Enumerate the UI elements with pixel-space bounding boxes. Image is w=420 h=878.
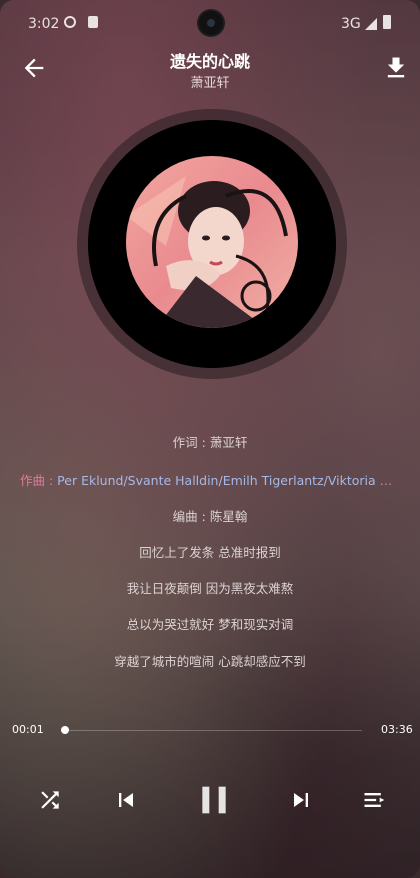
pause-icon	[202, 786, 226, 814]
status-bar: 3:02 3G	[0, 0, 420, 46]
status-time: 3:02	[28, 16, 60, 32]
download-button[interactable]	[382, 54, 410, 82]
skip-next-icon	[294, 793, 308, 807]
playback-controls	[0, 776, 420, 824]
previous-button[interactable]	[102, 776, 150, 824]
camera-cutout	[199, 11, 223, 35]
lyric-arranger: 编曲 : 陈星翰	[172, 509, 248, 524]
seek-thumb[interactable]	[61, 726, 70, 734]
next-button[interactable]	[277, 776, 325, 824]
lyric-line: 总以为哭过就好 梦和现实对调	[126, 617, 294, 632]
shuffle-icon	[41, 791, 59, 809]
lyric-composer: 作曲 : Per Eklund/Svante Halldin/Emilh Tig…	[20, 470, 400, 489]
lyric-line: 回忆上了发条 总准时报到	[139, 545, 281, 560]
battery-icon	[383, 15, 391, 29]
song-title: 遗失的心跳	[169, 52, 250, 71]
skip-previous-icon	[119, 793, 133, 807]
seek-track[interactable]	[64, 730, 362, 731]
notification-icon	[64, 16, 76, 28]
player-header: 遗失的心跳 萧亚轩	[0, 46, 420, 94]
lyric-composer-names: Per Eklund/Svante Halldin/Emilh Tigerlan…	[57, 473, 400, 488]
sim-icon	[88, 16, 98, 28]
shuffle-button[interactable]	[26, 776, 74, 824]
signal-icon	[365, 18, 377, 30]
album-cover	[126, 156, 298, 328]
current-time: 00:01	[12, 723, 44, 736]
song-artist[interactable]: 萧亚轩	[0, 72, 420, 91]
pause-button[interactable]	[190, 776, 238, 824]
queue-icon	[364, 793, 385, 807]
lyric-line: 我让日夜颠倒 因为黑夜太难熬	[126, 581, 294, 596]
network-type: 3G	[341, 16, 361, 32]
queue-button[interactable]	[351, 776, 399, 824]
progress-bar: 00:01 03:36	[0, 718, 420, 742]
lyric-line: 穿越了城市的喧闹 心跳却感应不到	[114, 654, 306, 669]
total-time: 03:36	[381, 723, 413, 736]
download-icon	[387, 57, 405, 78]
lyric-lyricist: 作词 : 萧亚轩	[172, 435, 248, 450]
player-screen: 3:02 3G 遗失的心跳 萧亚轩 作词: 萧亚轩 作曲: Per Eklu…	[0, 0, 420, 878]
lyric-composer-label: 作曲 :	[20, 473, 58, 488]
